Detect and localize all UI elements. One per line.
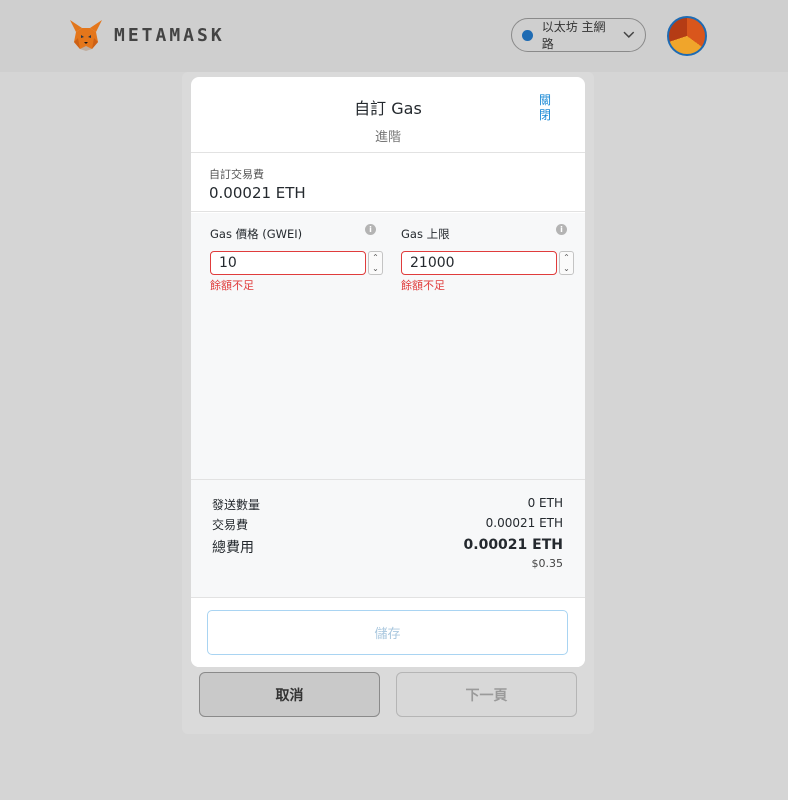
fee-summary: 發送數量 0 ETH 交易費 0.00021 ETH 總費用 0.00021 E… [191, 479, 585, 597]
gas-price-input[interactable]: 10 [210, 251, 366, 275]
advanced-tab[interactable]: 進階 [191, 126, 585, 145]
total-value: 0.00021 ETH [463, 537, 563, 553]
stepper-up-icon[interactable]: ⌃ [372, 252, 379, 263]
gas-limit-input[interactable]: 21000 [401, 251, 557, 275]
stepper-down-icon[interactable]: ⌄ [563, 263, 570, 274]
custom-fee-value: 0.00021 ETH [209, 184, 306, 202]
account-avatar[interactable] [667, 16, 707, 56]
info-icon[interactable]: i [365, 224, 376, 235]
close-button[interactable]: 關閉 [537, 93, 553, 123]
custom-fee-label: 自訂交易費 [209, 168, 264, 181]
stepper-up-icon[interactable]: ⌃ [563, 252, 570, 263]
gas-price-error: 餘額不足 [210, 279, 254, 292]
network-selector[interactable]: 以太坊 主網路 [511, 18, 646, 52]
chevron-down-icon [623, 31, 635, 38]
send-amount-label: 發送數量 [212, 498, 261, 512]
gas-limit-error: 餘額不足 [401, 279, 445, 292]
total-label: 總費用 [212, 540, 254, 556]
metamask-fox-icon [70, 20, 102, 51]
brand-name: METAMASK [114, 24, 225, 46]
brand[interactable]: METAMASK [68, 18, 225, 52]
modal-footer: 儲存 [191, 597, 585, 667]
gas-limit-stepper[interactable]: ⌃ ⌄ [559, 251, 574, 275]
modal-header: 自訂 Gas 進階 關閉 [191, 77, 585, 153]
gas-price-label: Gas 價格 (GWEI) [210, 227, 303, 241]
tx-fee-value: 0.00021 ETH [485, 516, 563, 530]
custom-gas-modal: 自訂 Gas 進階 關閉 自訂交易費 0.00021 ETH Gas 價格 (G… [191, 77, 585, 667]
modal-title: 自訂 Gas [354, 99, 422, 118]
custom-fee-section: 自訂交易費 0.00021 ETH [191, 154, 585, 212]
gas-limit-label: Gas 上限 [401, 227, 450, 241]
gas-price-field: Gas 價格 (GWEI) i 10 ⌃ ⌄ 餘額不足 [210, 223, 383, 293]
send-amount-value: 0 ETH [527, 496, 563, 510]
save-button[interactable]: 儲存 [207, 610, 568, 655]
stepper-down-icon[interactable]: ⌄ [372, 263, 379, 274]
info-icon[interactable]: i [556, 224, 567, 235]
total-usd: $0.35 [531, 557, 564, 570]
cancel-button[interactable]: 取消 [199, 672, 380, 717]
gas-limit-field: Gas 上限 i 21000 ⌃ ⌄ 餘額不足 [401, 223, 574, 293]
app-header: METAMASK 以太坊 主網路 [0, 0, 788, 72]
tx-fee-label: 交易費 [212, 518, 249, 532]
network-label: 以太坊 主網路 [541, 20, 606, 51]
network-status-dot [522, 29, 533, 41]
gas-inputs-section: Gas 價格 (GWEI) i 10 ⌃ ⌄ 餘額不足 Gas 上限 i 210… [191, 213, 585, 479]
next-button[interactable]: 下一頁 [396, 672, 577, 717]
gas-price-stepper[interactable]: ⌃ ⌄ [368, 251, 383, 275]
